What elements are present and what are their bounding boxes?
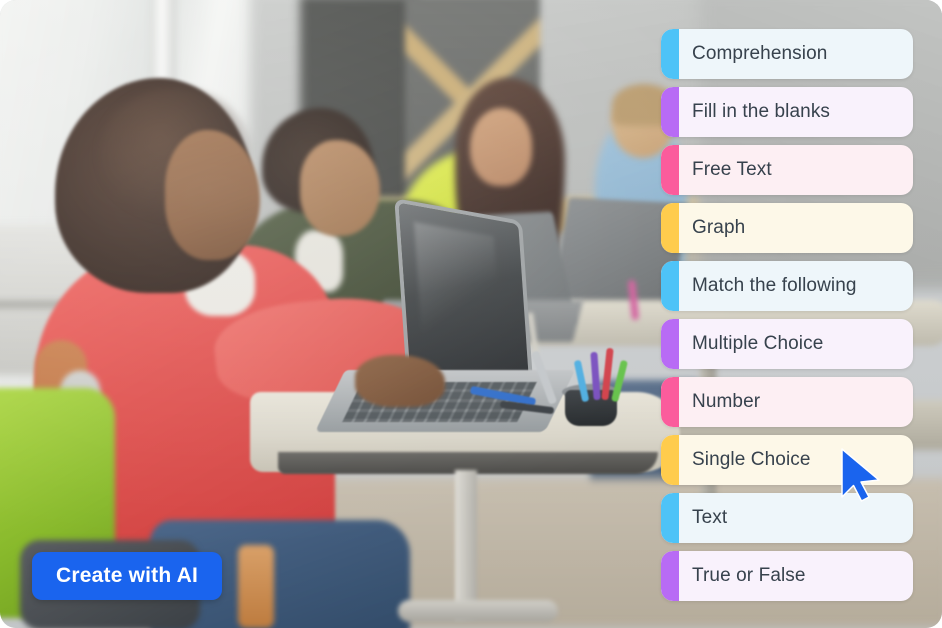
question-type-accent-bar	[661, 493, 679, 543]
photo-pen-cup	[565, 390, 617, 426]
question-type-accent-bar	[661, 435, 679, 485]
question-type-item[interactable]: Comprehension	[661, 29, 913, 79]
question-type-label: Text	[692, 507, 728, 528]
question-type-item[interactable]: Text	[661, 493, 913, 543]
question-type-item[interactable]: True or False	[661, 551, 913, 601]
question-type-accent-bar	[661, 29, 679, 79]
question-type-item[interactable]: Multiple Choice	[661, 319, 913, 369]
question-type-label: Number	[692, 391, 761, 412]
question-type-accent-bar	[661, 203, 679, 253]
create-with-ai-button[interactable]: Create with AI	[32, 552, 223, 600]
question-type-label: Fill in the blanks	[692, 101, 831, 122]
question-type-label: Single Choice	[692, 449, 811, 470]
question-type-item[interactable]: Fill in the blanks	[661, 87, 913, 137]
app-root: Comprehension Fill in the blanks Free Text…	[0, 0, 942, 628]
question-type-item[interactable]: Match the following	[661, 261, 913, 311]
photo-foreground-girl-hand	[355, 355, 445, 407]
question-type-label: Match the following	[692, 275, 857, 296]
question-type-label: Graph	[692, 217, 746, 238]
photo-child-face-back	[470, 108, 532, 186]
question-type-label: Multiple Choice	[692, 333, 824, 354]
photo-chair-leg	[238, 545, 274, 628]
question-type-label: Free Text	[692, 159, 772, 180]
question-type-accent-bar	[661, 377, 679, 427]
question-type-label: True or False	[692, 565, 806, 586]
question-type-accent-bar	[661, 551, 679, 601]
question-type-accent-bar	[661, 87, 679, 137]
photo-front-desk-foot	[398, 600, 558, 622]
question-type-accent-bar	[661, 261, 679, 311]
question-type-item[interactable]: Free Text	[661, 145, 913, 195]
question-type-accent-bar	[661, 145, 679, 195]
question-type-item[interactable]: Single Choice	[661, 435, 913, 485]
question-type-item[interactable]: Number	[661, 377, 913, 427]
question-type-menu: Comprehension Fill in the blanks Free Text…	[661, 29, 913, 601]
photo-front-desk-leg	[455, 470, 477, 620]
photo-front-laptop-glare	[413, 221, 503, 359]
photo-child-olive-face	[300, 140, 380, 236]
question-type-label: Comprehension	[692, 43, 828, 64]
question-type-accent-bar	[661, 319, 679, 369]
question-type-item[interactable]: Graph	[661, 203, 913, 253]
